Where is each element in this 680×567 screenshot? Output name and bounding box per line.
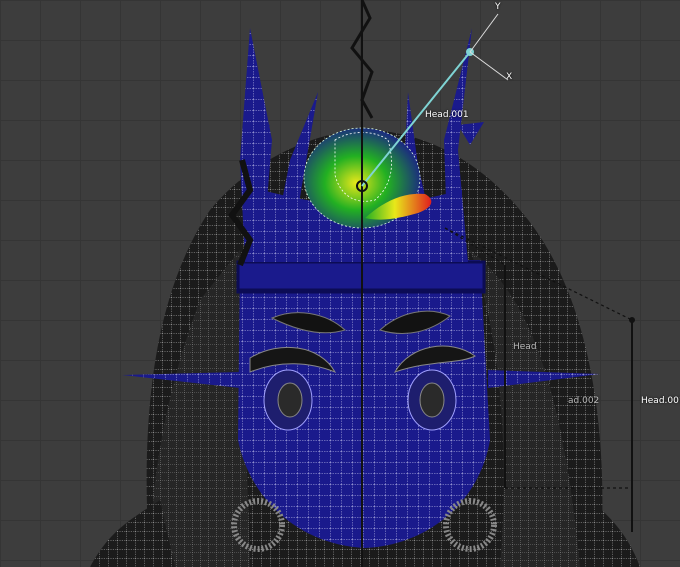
bone-label-head-001-right: Head.001 bbox=[641, 396, 680, 406]
gizmo-y-axis bbox=[469, 13, 499, 53]
scene-canvas[interactable] bbox=[0, 0, 680, 567]
gizmo-x-axis bbox=[469, 51, 509, 81]
left-iris bbox=[277, 382, 303, 418]
3d-viewport[interactable]: Y X Head.001 Head.001 Head ad.002 bbox=[0, 0, 680, 567]
gizmo-y-label: Y bbox=[495, 2, 501, 12]
bone-label-head: Head bbox=[513, 342, 537, 352]
crown-spike-tiny-right bbox=[458, 122, 484, 145]
gizmo-x-label: X bbox=[506, 72, 513, 82]
right-iris bbox=[419, 382, 445, 418]
bone-label-head-001: Head.001 bbox=[425, 110, 469, 120]
bone-label-head-002: ad.002 bbox=[568, 396, 600, 406]
